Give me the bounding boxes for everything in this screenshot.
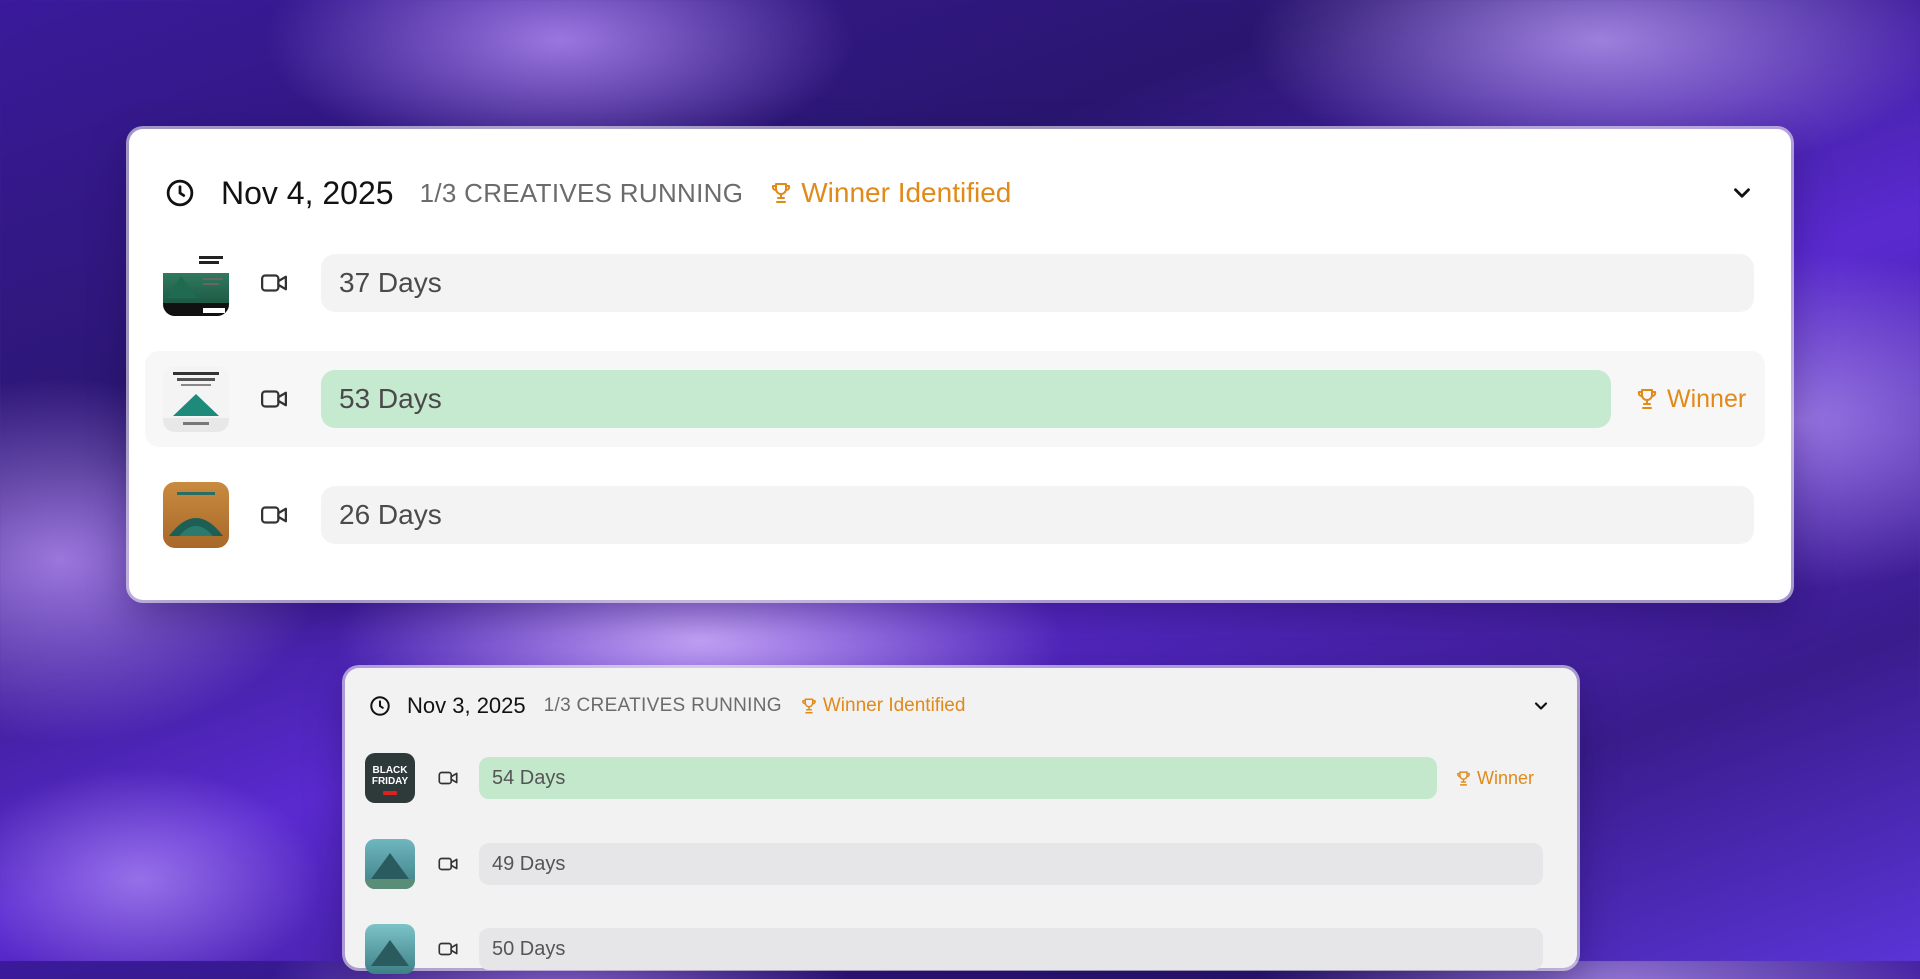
days-running-label: 50 Days [492,937,566,960]
trophy-icon [1635,387,1659,411]
clock-icon [369,695,391,717]
days-running-bar: 26 Days [321,486,1754,544]
video-camera-icon [259,268,289,298]
winner-label: Winner [1477,767,1535,788]
video-camera-icon [437,938,459,960]
chevron-down-icon[interactable] [1531,696,1551,716]
winner-badge: Winner [1635,385,1746,414]
creative-row[interactable]: 26 Days [145,467,1765,563]
creative-thumbnail [163,366,229,432]
trophy-icon [1455,770,1472,787]
days-running-label: 37 Days [339,267,442,298]
winner-identified-label: Winner Identified [822,695,966,716]
winner-identified-label: Winner Identified [801,177,1012,208]
video-camera-icon [259,500,289,530]
creative-thumbnail [163,250,229,316]
running-count: 1/3 CREATIVES RUNNING [543,695,782,716]
running-count: 1/3 CREATIVES RUNNING [419,177,744,208]
video-camera-icon [259,384,289,414]
winner-identified-badge: Winner Identified [769,177,1011,209]
creative-thumbnail [163,482,229,548]
trophy-icon [800,697,818,715]
creative-thumbnail [365,839,415,889]
creative-row-winner[interactable]: 53 Days Winner [145,351,1765,447]
video-camera-icon [437,767,459,789]
creative-group-card: Nov 3, 2025 1/3 CREATIVES RUNNING Winner… [345,668,1577,974]
trophy-icon [769,181,793,205]
days-running-label: 54 Days [492,766,566,789]
winner-label: Winner [1667,384,1747,413]
creative-row[interactable]: 50 Days [365,919,1555,979]
creative-row[interactable]: 49 Days [365,834,1555,894]
days-running-bar: 37 Days [321,254,1754,312]
svg-text:BLACK: BLACK [373,765,409,776]
creative-row[interactable]: 37 Days [145,235,1765,331]
creative-thumbnail [365,924,415,974]
days-running-bar-winner: 54 Days [479,757,1437,799]
days-running-label: 53 Days [339,383,442,414]
creative-row-winner[interactable]: BLACK FRIDAY 54 Days Winner [365,748,1555,808]
group-header[interactable]: Nov 3, 2025 1/3 CREATIVES RUNNING Winner… [369,688,1551,724]
group-date: Nov 4, 2025 [221,174,394,211]
group-header[interactable]: Nov 4, 2025 1/3 CREATIVES RUNNING Winner… [165,165,1755,221]
days-running-label: 26 Days [339,499,442,530]
clock-icon [165,178,195,208]
svg-text:FRIDAY: FRIDAY [372,776,409,787]
days-running-bar: 49 Days [479,843,1543,885]
chevron-down-icon[interactable] [1729,180,1755,206]
days-running-label: 49 Days [492,852,566,875]
days-running-bar: 50 Days [479,928,1543,970]
winner-identified-badge: Winner Identified [800,695,966,717]
creative-group-card: Nov 4, 2025 1/3 CREATIVES RUNNING Winner… [129,129,1791,600]
winner-badge: Winner [1455,768,1534,789]
days-running-bar-winner: 53 Days [321,370,1611,428]
creative-thumbnail: BLACK FRIDAY [365,753,415,803]
video-camera-icon [437,853,459,875]
group-date: Nov 3, 2025 [407,693,526,718]
